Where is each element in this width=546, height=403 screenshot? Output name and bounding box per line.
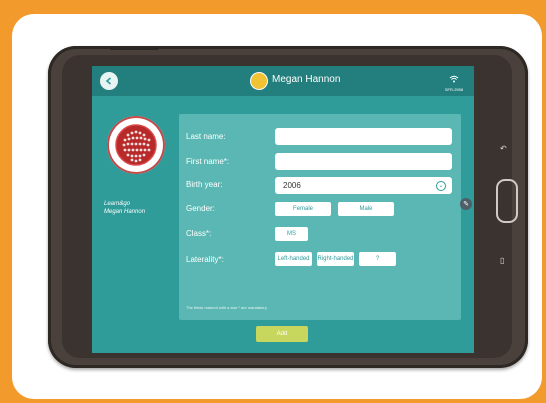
birth-year-select[interactable]: 2006 ⌄ (275, 177, 452, 194)
school-logo (107, 116, 165, 174)
laterality-label: Laterality*: (186, 255, 224, 264)
first-name-label: First name*: (186, 157, 230, 166)
class-button[interactable]: MS (275, 227, 308, 241)
birth-year-label: Birth year: (186, 180, 223, 189)
wifi-label: SFR-2958 (444, 87, 464, 92)
mandatory-note: The fields marked with a star * are mand… (186, 305, 268, 310)
top-bar: Megan Hannon SFR-2958 (92, 66, 474, 96)
gender-label: Gender: (186, 204, 215, 213)
last-name-label: Last name: (186, 132, 226, 141)
hardware-recents-icon[interactable]: ▯ (500, 256, 504, 265)
app-screen: Megan Hannon SFR-2958 Learn&go Megan Han… (92, 66, 474, 353)
class-label: Class*: (186, 229, 212, 238)
org-name: Learn&go (104, 201, 131, 207)
pencil-icon[interactable]: ✎ (460, 198, 472, 210)
org-user: Megan Hannon (104, 209, 146, 215)
add-button[interactable]: Add (256, 326, 308, 342)
first-name-field[interactable] (275, 153, 452, 170)
birth-year-value: 2006 (283, 181, 301, 190)
last-name-field[interactable] (275, 128, 452, 145)
user-avatar-icon (250, 72, 268, 90)
laterality-right-button[interactable]: Right-handed (317, 252, 354, 266)
hardware-back-icon[interactable]: ↶ (500, 144, 507, 153)
user-name: Megan Hannon (272, 74, 341, 85)
tablet-speaker (110, 48, 158, 50)
wifi-icon: SFR-2958 (442, 70, 466, 92)
organization-info: Learn&go Megan Hannon (104, 200, 145, 216)
gender-male-button[interactable]: Male (338, 202, 394, 216)
gender-female-button[interactable]: Female (275, 202, 331, 216)
laterality-unknown-button[interactable]: ? (359, 252, 396, 266)
dropdown-chevron-icon[interactable]: ⌄ (436, 181, 446, 191)
hardware-home-button[interactable] (496, 179, 518, 223)
back-arrow-icon[interactable] (100, 72, 118, 90)
laterality-left-button[interactable]: Left-handed (275, 252, 312, 266)
